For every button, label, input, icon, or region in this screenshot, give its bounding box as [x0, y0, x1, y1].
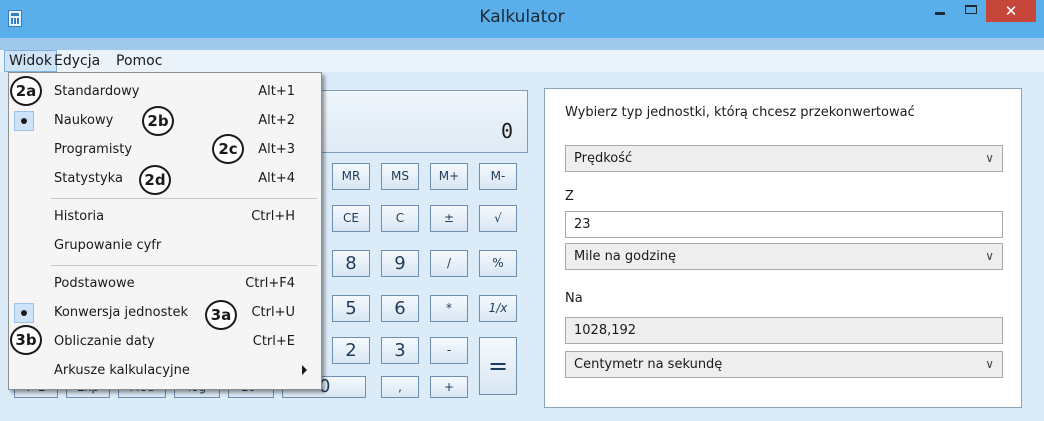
- key-divide[interactable]: /: [430, 250, 468, 277]
- menu-item-shortcut: Ctrl+U: [251, 305, 295, 320]
- key-equals[interactable]: =: [479, 337, 517, 395]
- menu-item-arkusze-kalkulacyjne[interactable]: Arkusze kalkulacyjne: [9, 358, 321, 384]
- maximize-button[interactable]: [956, 0, 986, 22]
- menu-item-label: Naukowy: [54, 113, 114, 128]
- key-plus-minus[interactable]: ±: [430, 205, 468, 232]
- menu-item-label: Grupowanie cyfr: [54, 238, 162, 253]
- menu-item-label: Konwersja jednostek: [54, 305, 188, 320]
- menu-item-shortcut: Ctrl+E: [252, 334, 295, 349]
- key-multiply[interactable]: *: [430, 295, 468, 322]
- callout-2b: 2b: [142, 106, 174, 136]
- chevron-right-icon: [302, 365, 307, 375]
- maximize-icon: [965, 5, 977, 14]
- menu-item-label: Standardowy: [54, 84, 140, 99]
- unit-type-select[interactable]: Prędkość ∨: [565, 145, 1003, 172]
- callout-2d: 2d: [139, 165, 171, 195]
- key-5[interactable]: 5: [332, 295, 370, 322]
- menu-item-shortcut: Alt+4: [258, 171, 295, 186]
- key-2[interactable]: 2: [332, 337, 370, 364]
- key-mplus[interactable]: M+: [430, 163, 468, 190]
- from-unit-value: Mile na godzinę: [574, 249, 677, 264]
- menu-item-shortcut: Alt+1: [258, 84, 295, 99]
- key-decimal[interactable]: ,: [381, 376, 419, 398]
- key-c[interactable]: C: [381, 205, 419, 232]
- menu-item-grupowanie-cyfr[interactable]: Grupowanie cyfr: [9, 233, 321, 259]
- unit-type-value: Prędkość: [574, 151, 633, 166]
- menu-item-shortcut: Ctrl+F4: [245, 276, 295, 291]
- key-mr[interactable]: MR: [332, 163, 370, 190]
- display-value: 0: [500, 119, 513, 143]
- menu-item-podstawowe[interactable]: Podstawowe Ctrl+F4: [9, 271, 321, 297]
- chevron-down-icon: ∨: [985, 357, 994, 371]
- key-sqrt[interactable]: √: [479, 205, 517, 232]
- menu-item-standardowy[interactable]: Standardowy Alt+1: [9, 79, 321, 105]
- callout-2c: 2c: [212, 134, 244, 164]
- menu-bar: Widok Edycja Pomoc: [0, 50, 1044, 72]
- menu-item-shortcut: Alt+2: [258, 113, 295, 128]
- key-ce[interactable]: CE: [332, 205, 370, 232]
- menu-item-label: Statystyka: [54, 171, 123, 186]
- menu-item-shortcut: Alt+3: [258, 142, 295, 157]
- menu-item-historia[interactable]: Historia Ctrl+H: [9, 204, 321, 230]
- radio-bullet-icon: [14, 303, 34, 323]
- radio-bullet-icon: [14, 111, 34, 131]
- menu-pomoc[interactable]: Pomoc: [112, 50, 166, 72]
- key-6[interactable]: 6: [381, 295, 419, 322]
- to-value-output: 1028,192: [565, 317, 1003, 344]
- window-title: Kalkulator: [479, 7, 565, 27]
- to-unit-value: Centymetr na sekundę: [574, 357, 723, 372]
- minimize-button[interactable]: [925, 0, 955, 22]
- chevron-down-icon: ∨: [985, 151, 994, 165]
- key-3[interactable]: 3: [381, 337, 419, 364]
- close-button[interactable]: ✕: [986, 0, 1036, 22]
- menu-item-konwersja-jednostek[interactable]: Konwersja jednostek Ctrl+U: [9, 300, 321, 326]
- key-8[interactable]: 8: [332, 250, 370, 277]
- minimize-icon: [935, 12, 945, 15]
- callout-2a: 2a: [10, 76, 42, 106]
- menu-item-label: Historia: [54, 209, 105, 224]
- from-label: Z: [565, 189, 574, 204]
- key-9[interactable]: 9: [381, 250, 419, 277]
- key-mminus[interactable]: M-: [479, 163, 517, 190]
- callout-3b: 3b: [10, 325, 42, 355]
- menu-item-label: Programisty: [54, 142, 133, 157]
- unit-converter-panel: Wybierz typ jednostki, którą chcesz prze…: [544, 88, 1022, 408]
- to-unit-select[interactable]: Centymetr na sekundę ∨: [565, 351, 1003, 378]
- key-reciprocal[interactable]: 1/x: [479, 295, 517, 322]
- result-display: 0: [318, 90, 528, 153]
- key-minus[interactable]: -: [430, 337, 468, 364]
- menu-item-obliczanie-daty[interactable]: Obliczanie daty Ctrl+E: [9, 329, 321, 355]
- callout-3a: 3a: [205, 300, 237, 330]
- chevron-down-icon: ∨: [985, 249, 994, 263]
- menu-edycja[interactable]: Edycja: [50, 50, 104, 72]
- key-percent[interactable]: %: [479, 250, 517, 277]
- menu-separator: [51, 198, 317, 199]
- menu-item-label: Podstawowe: [54, 276, 135, 291]
- from-unit-select[interactable]: Mile na godzinę ∨: [565, 243, 1003, 270]
- menu-item-label: Arkusze kalkulacyjne: [54, 363, 190, 378]
- menu-item-programisty[interactable]: Programisty Alt+3: [9, 137, 321, 163]
- menu-item-label: Obliczanie daty: [54, 334, 155, 349]
- to-label: Na: [565, 291, 583, 306]
- menu-item-shortcut: Ctrl+H: [251, 209, 295, 224]
- key-plus[interactable]: +: [430, 376, 468, 398]
- converter-prompt: Wybierz typ jednostki, którą chcesz prze…: [565, 105, 915, 120]
- from-value-input[interactable]: 23: [565, 211, 1003, 238]
- key-ms[interactable]: MS: [381, 163, 419, 190]
- menu-separator: [51, 265, 317, 266]
- title-bar: Kalkulator ✕: [0, 0, 1044, 38]
